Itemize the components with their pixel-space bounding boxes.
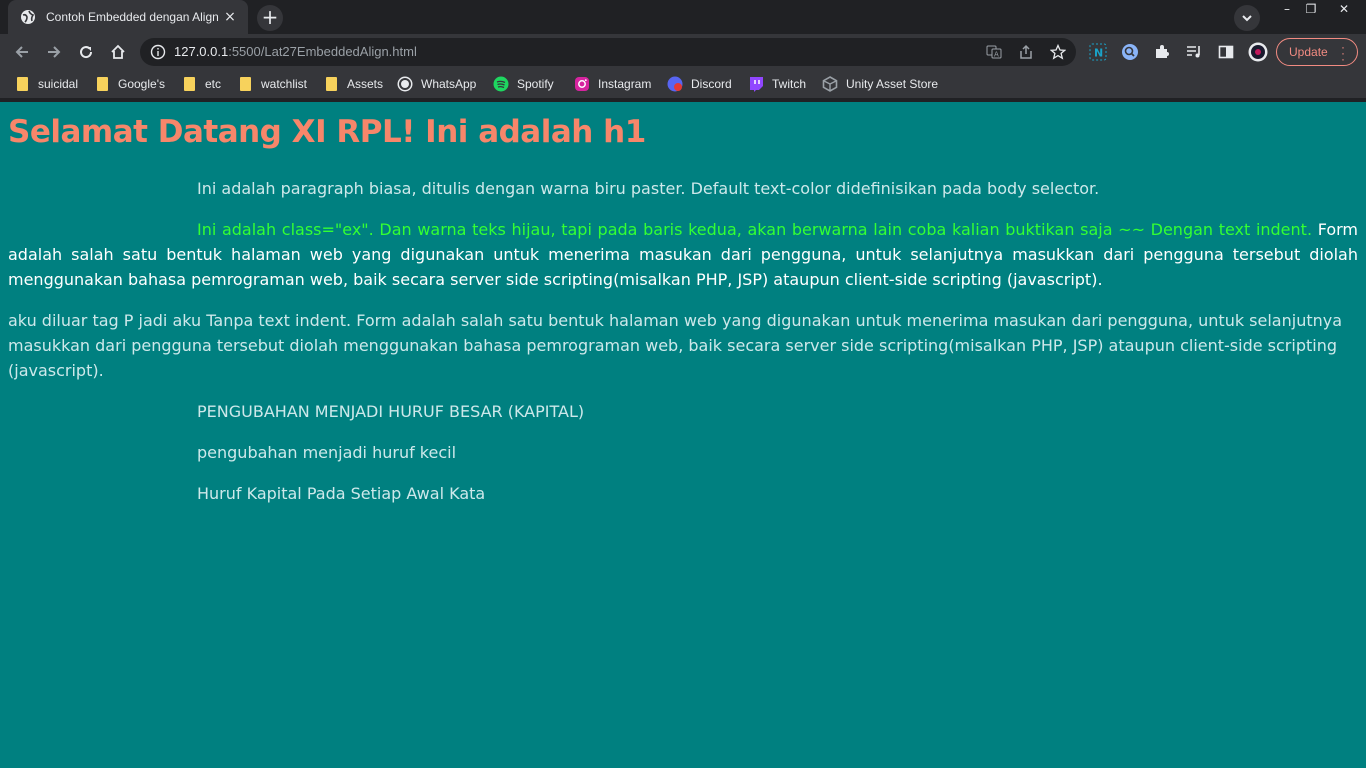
info-icon[interactable] — [150, 44, 166, 60]
profile-avatar-icon[interactable] — [1248, 42, 1268, 62]
bookmark-assets[interactable]: Assets — [323, 75, 383, 93]
svg-text:N: N — [1094, 47, 1103, 60]
bookmark-label: Instagram — [598, 77, 652, 91]
address-bar[interactable]: 127.0.0.1:5500/Lat27EmbeddedAlign.html A — [140, 38, 1076, 66]
bookmarks-bar: suicidal Google's etc watchlist Assets W… — [0, 70, 1366, 102]
ex-green-text: Ini adalah class="ex". Dan warna teks hi… — [197, 220, 1313, 239]
paragraph-capitalize: Huruf Kapital Pada Setiap Awal Kata — [197, 484, 486, 503]
paragraph-lowercase: pengubahan menjadi huruf kecil — [197, 443, 457, 462]
url-path: :5500/Lat27EmbeddedAlign.html — [228, 44, 417, 59]
arrow-left-icon — [15, 46, 28, 58]
bookmark-label: Twitch — [772, 77, 807, 91]
bookmark-label: Discord — [691, 77, 732, 91]
update-button[interactable]: Update · · · — [1276, 38, 1358, 66]
bookmark-label: Assets — [347, 77, 384, 91]
tab-active[interactable]: Contoh Embedded dengan Align × — [8, 0, 248, 34]
bookmark-label: Google's — [118, 77, 165, 91]
paragraph-no-indent: aku diluar tag P jadi aku Tanpa text ind… — [8, 311, 1343, 380]
forward-button[interactable] — [42, 40, 66, 64]
bookmark-etc[interactable]: etc — [181, 75, 221, 93]
page-heading: Selamat Datang XI RPL! Ini adalah h1 — [8, 114, 646, 150]
bookmark-unity-asset-store[interactable]: Unity Asset Store — [822, 75, 938, 93]
close-window-button[interactable]: ✕ — [1322, 0, 1366, 18]
spotify-icon — [493, 76, 509, 92]
side-panel-icon[interactable] — [1216, 42, 1236, 62]
twitch-icon — [748, 76, 764, 92]
folder-icon — [323, 76, 339, 92]
reload-button[interactable] — [74, 40, 98, 64]
bookmark-label: Spotify — [517, 77, 554, 91]
bookmark-label: WhatsApp — [421, 77, 477, 91]
discord-icon — [667, 76, 683, 92]
bookmark-spotify[interactable]: Spotify — [493, 75, 554, 93]
bookmark-suicidal[interactable]: suicidal — [14, 75, 78, 93]
extension-n-icon[interactable]: N — [1088, 42, 1108, 62]
star-icon[interactable] — [1050, 44, 1066, 60]
svg-text:A: A — [994, 51, 999, 59]
back-button[interactable] — [10, 40, 34, 64]
bookmark-label: etc — [205, 77, 222, 91]
bookmark-instagram[interactable]: Instagram — [574, 75, 651, 93]
url-host: 127.0.0.1 — [174, 44, 229, 59]
new-tab-button[interactable]: + — [257, 5, 283, 31]
extension-search-icon[interactable] — [1120, 42, 1140, 62]
whatsapp-icon — [397, 76, 413, 92]
media-control-icon[interactable] — [1184, 42, 1204, 62]
url-text: 127.0.0.1:5500/Lat27EmbeddedAlign.html — [174, 44, 417, 59]
bookmark-label: Unity Asset Store — [846, 77, 939, 91]
folder-icon — [94, 76, 110, 92]
bookmark-watchlist[interactable]: watchlist — [237, 75, 307, 93]
reload-icon — [80, 46, 93, 59]
bookmark-twitch[interactable]: Twitch — [748, 75, 806, 93]
tab-search-button[interactable] — [1234, 5, 1260, 31]
bookmark-discord[interactable]: Discord — [667, 75, 732, 93]
paragraph-biasa: Ini adalah paragraph biasa, ditulis deng… — [197, 179, 1100, 198]
folder-icon — [181, 76, 197, 92]
browser-toolbar: 127.0.0.1:5500/Lat27EmbeddedAlign.html A… — [0, 34, 1366, 70]
home-button[interactable] — [106, 40, 130, 64]
folder-icon — [237, 76, 253, 92]
unity-icon — [822, 76, 838, 92]
paragraph-class-ex: Ini adalah class="ex". Dan warna teks hi… — [8, 217, 1358, 292]
update-label: Update — [1289, 45, 1328, 59]
arrow-right-icon — [48, 46, 61, 58]
globe-icon — [20, 9, 36, 25]
bookmark-label: watchlist — [261, 77, 308, 91]
tab-title: Contoh Embedded dengan Align — [46, 10, 219, 24]
bookmark-whatsapp[interactable]: WhatsApp — [397, 75, 476, 93]
folder-icon — [14, 76, 30, 92]
home-icon — [111, 44, 125, 59]
paragraph-uppercase: PENGUBAHAN MENJADI HURUF BESAR (KAPITAL) — [197, 402, 585, 421]
bookmark-label: suicidal — [38, 77, 79, 91]
share-icon[interactable] — [1018, 44, 1034, 60]
extensions-puzzle-icon[interactable] — [1152, 42, 1172, 62]
translate-icon[interactable]: A — [986, 44, 1002, 60]
more-menu-icon[interactable]: · · · — [1341, 41, 1345, 65]
instagram-icon — [574, 76, 590, 92]
page-content: Selamat Datang XI RPL! Ini adalah h1 Ini… — [0, 102, 1366, 768]
chevron-down-icon — [1242, 15, 1252, 22]
browser-titlebar: Contoh Embedded dengan Align × + – ❐ ✕ — [0, 0, 1366, 34]
tab-close-icon[interactable]: × — [222, 9, 238, 25]
bookmark-googles[interactable]: Google's — [94, 75, 165, 93]
